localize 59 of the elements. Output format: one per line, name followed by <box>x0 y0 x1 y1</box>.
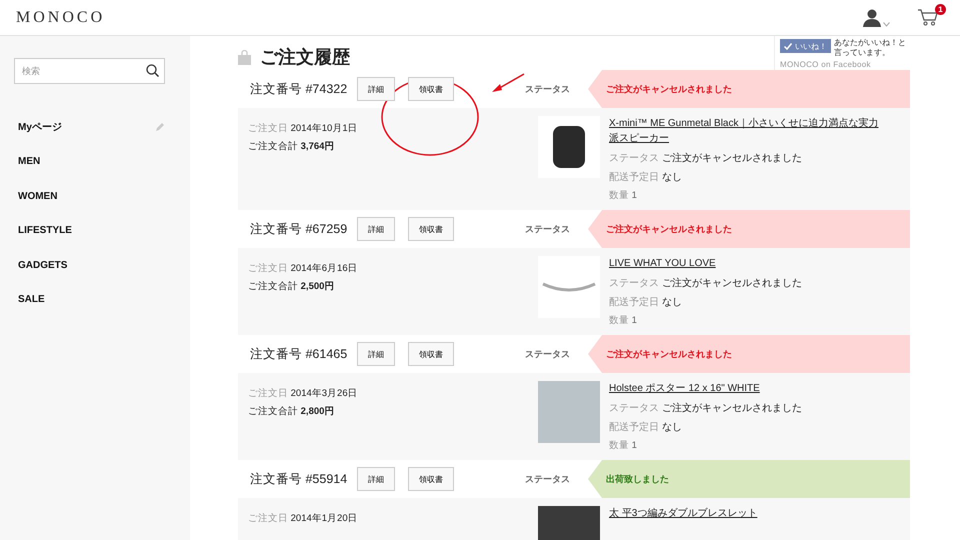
delivery-date: 配送予定日 なし <box>609 170 683 184</box>
nav-link[interactable]: MEN <box>18 156 40 168</box>
bracelet-photo <box>538 256 600 318</box>
product-link[interactable]: 太 平3つ編みダブルブレスレット <box>609 506 879 521</box>
quantity: 数量 1 <box>609 439 638 452</box>
item-status: ステータス ご注文がキャンセルされました <box>609 276 803 290</box>
cart-count-badge: 1 <box>935 4 946 14</box>
product-link[interactable]: LIVE WHAT YOU LOVE <box>609 256 879 271</box>
status-label: ステータス <box>525 348 570 360</box>
order-number: 注文番号 #55914 <box>250 470 348 488</box>
quantity: 数量 1 <box>609 314 638 327</box>
quantity: 数量 1 <box>609 189 638 202</box>
receipt-button[interactable]: 領収書 <box>408 217 454 241</box>
status-banner: ご注文がキャンセルされました <box>588 210 910 248</box>
product-link[interactable]: Holstee ポスター 12 x 16" WHITE <box>609 381 879 396</box>
nav-link[interactable]: SALE <box>18 294 45 306</box>
product-link[interactable]: X-mini™ ME Gunmetal Black｜小さいくせに迫力満点な実力派スピーカー <box>609 116 879 146</box>
order-date: ご注文日 2014年1月20日 <box>248 512 359 525</box>
logo[interactable]: MONOCO <box>16 8 106 26</box>
delivery-date: 配送予定日 なし <box>609 420 683 434</box>
status-label: ステータス <box>525 472 570 486</box>
order-number: 注文番号 #67259 <box>250 220 348 238</box>
search-field[interactable]: 検索 <box>14 58 165 84</box>
delivery-date: 配送予定日 なし <box>609 296 683 309</box>
item-status: ステータス ご注文がキャンセルされました <box>609 152 803 165</box>
order-total: ご注文合計 3,764円 <box>248 140 336 153</box>
nav-link[interactable]: Myページ <box>18 120 62 134</box>
order-total: ご注文合計 2,800円 <box>248 405 336 418</box>
order-number: 注文番号 #61465 <box>250 346 348 362</box>
order-number: 注文番号 #74322 <box>250 80 348 98</box>
photo-placeholder <box>538 381 600 443</box>
order-date: ご注文日 2014年6月16日 <box>248 262 359 275</box>
status-banner: ご注文がキャンセルされました <box>588 70 910 108</box>
detail-button[interactable]: 詳細 <box>357 217 396 241</box>
status-label: ステータス <box>525 222 570 236</box>
shopping-bag-icon <box>238 50 251 64</box>
receipt-button[interactable]: 領収書 <box>408 342 454 366</box>
status-label: ステータス <box>525 82 570 96</box>
order-total: ご注文合計 2,500円 <box>248 280 336 293</box>
detail-button[interactable]: 詳細 <box>357 342 396 366</box>
receipt-button[interactable]: 領収書 <box>408 77 454 101</box>
nav-link[interactable]: GADGETS <box>18 260 68 271</box>
nav-link[interactable]: WOMEN <box>18 190 58 202</box>
detail-button[interactable]: 詳細 <box>357 467 396 491</box>
like-message: あなたがいいね！と言っています。 <box>834 38 907 58</box>
checkmark-icon <box>784 42 792 50</box>
page-title: ご注文履歴 <box>260 46 350 69</box>
detail-button[interactable]: 詳細 <box>357 77 396 101</box>
search-icon[interactable] <box>146 64 159 77</box>
status-banner: ご注文がキャンセルされました <box>588 335 910 373</box>
order-date: ご注文日 2014年10月1日 <box>248 122 359 135</box>
nav-link[interactable]: LIFESTYLE <box>18 225 72 236</box>
order-date: ご注文日 2014年3月26日 <box>248 387 359 400</box>
item-status: ステータス ご注文がキャンセルされました <box>609 402 803 415</box>
account-menu-button[interactable] <box>862 8 890 26</box>
like-button[interactable]: いいね！ <box>780 39 831 53</box>
receipt-button[interactable]: 領収書 <box>408 467 454 491</box>
status-banner: 出荷致しました <box>588 460 910 498</box>
speaker-photo <box>538 116 600 178</box>
